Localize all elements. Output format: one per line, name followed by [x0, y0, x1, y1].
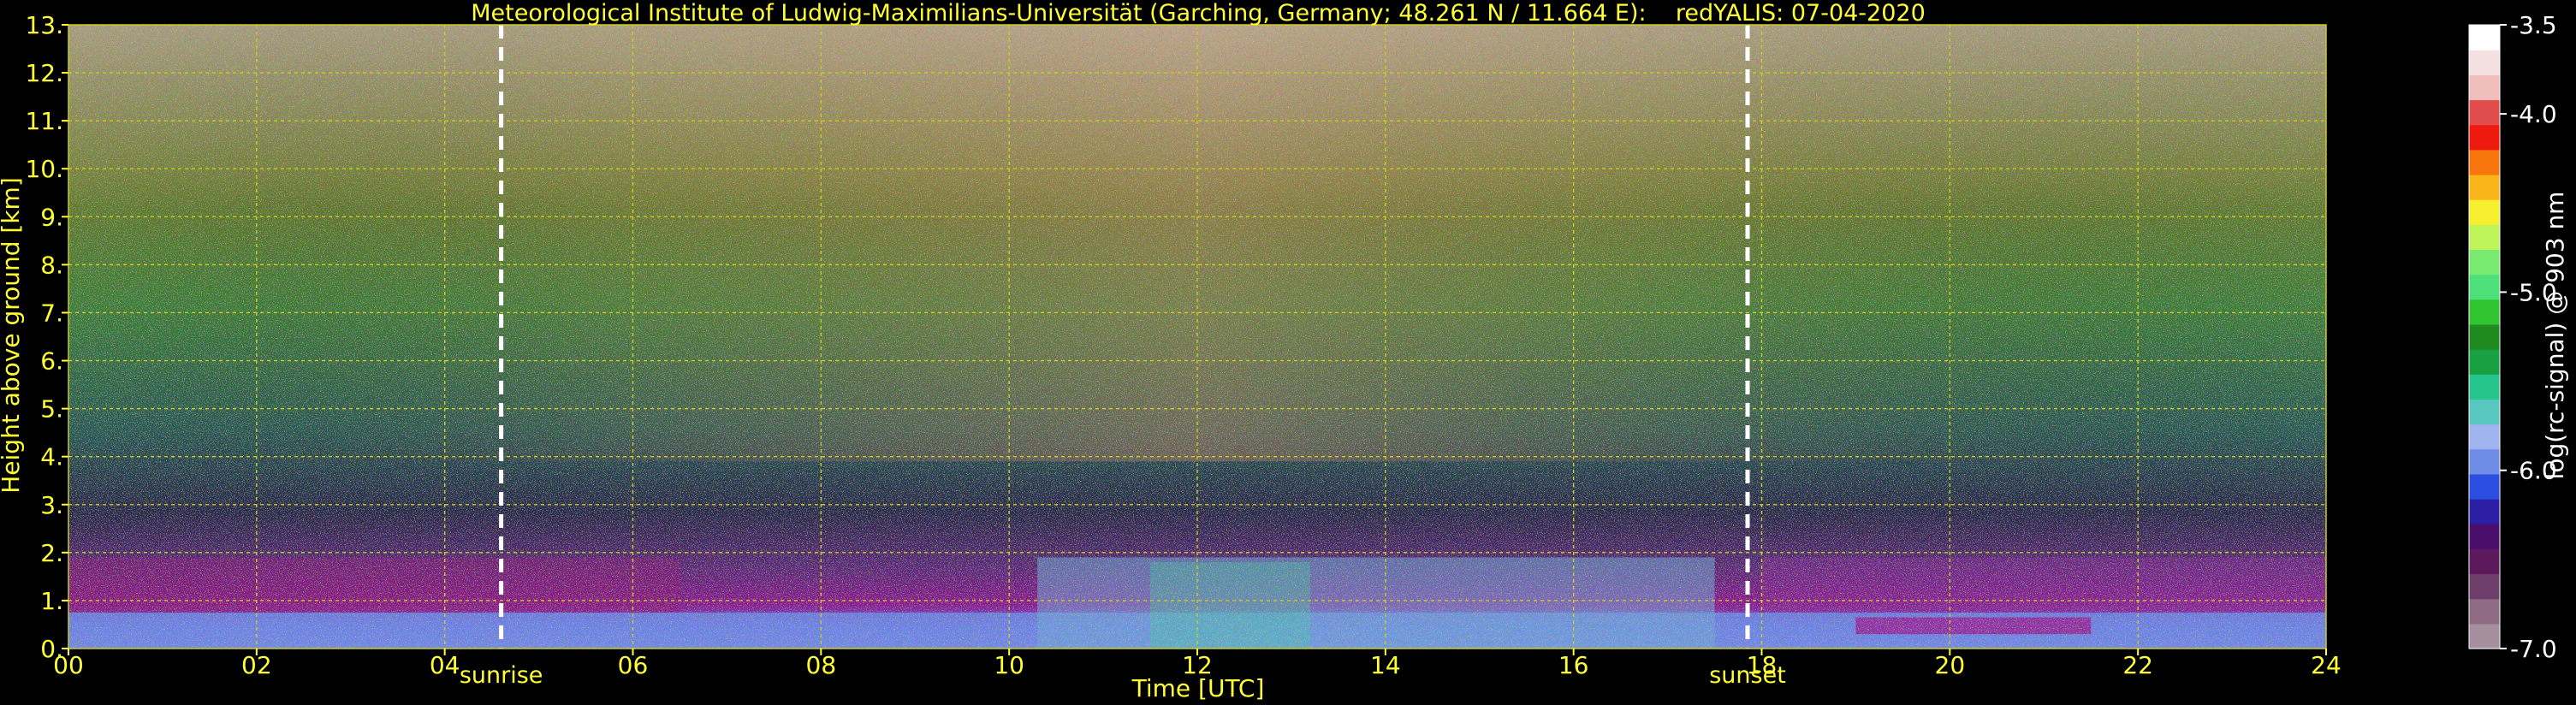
colorbar-segment [2469, 473, 2500, 500]
colorbar-segment [2469, 99, 2500, 126]
y-tick-label: 2. [40, 539, 63, 567]
colorbar-tick-label: -4.0 [2510, 100, 2557, 128]
colorbar-segment [2469, 299, 2500, 325]
colorbar-label: log(rc-signal) @ 903 nm [2541, 192, 2569, 480]
colorbar-segment [2469, 598, 2500, 625]
y-tick-label: 13. [25, 11, 63, 39]
x-tick-label: 16 [1558, 651, 1589, 679]
x-tick-label: 06 [618, 651, 649, 679]
y-tick-label: 12. [25, 59, 63, 87]
colorbar-segment [2469, 149, 2500, 175]
colorbar-segment [2469, 25, 2500, 50]
colorbar-segment [2469, 224, 2500, 251]
event-label-sunrise: sunrise [460, 662, 543, 689]
colorbar-segment [2469, 399, 2500, 425]
colorbar-segment [2469, 124, 2500, 151]
colorbar-segment [2469, 448, 2500, 475]
y-tick-label: 5. [40, 395, 63, 424]
x-tick-label: 02 [241, 651, 272, 679]
x-tick-label: 24 [2311, 651, 2342, 679]
colorbar-segment [2469, 323, 2500, 350]
colorbar-segment [2469, 74, 2500, 101]
y-tick-label: 9. [40, 203, 63, 231]
colorbar-tick-label: -7.0 [2510, 635, 2557, 663]
y-tick-label: 7. [40, 299, 63, 327]
colorbar-segment [2469, 349, 2500, 375]
colorbar-segment [2469, 499, 2500, 524]
x-tick-label: 20 [1935, 651, 1966, 679]
colorbar-segment [2469, 199, 2500, 225]
colorbar-segment [2469, 573, 2500, 600]
x-tick-label: 18 [1747, 651, 1778, 679]
colorbar-segment [2469, 50, 2500, 75]
x-tick-label: 14 [1370, 651, 1401, 679]
colorbar-segment [2469, 623, 2500, 649]
chart-title: Meteorological Institute of Ludwig-Maxim… [471, 0, 1926, 27]
colorbar-segment [2469, 249, 2500, 275]
x-axis-label: Time [UTC] [1131, 674, 1265, 702]
y-tick-label: 3. [40, 491, 63, 519]
x-tick-label: 04 [430, 651, 460, 679]
x-tick-label: 22 [2122, 651, 2153, 679]
y-tick-label: 8. [40, 251, 63, 279]
colorbar-segment [2469, 374, 2500, 400]
y-tick-label: 0. [40, 635, 63, 663]
x-tick-label: 10 [994, 651, 1024, 679]
y-axis-label: Height above ground [km] [0, 177, 25, 494]
y-tick-label: 4. [40, 443, 63, 471]
y-tick-label: 1. [40, 587, 63, 615]
lidar-quicklook-chart: sunrise sunset 00 02 04 06 08 10 12 14 16 18 20 22 24… [0, 0, 2569, 702]
colorbar-segment [2469, 274, 2500, 300]
x-tick-label: 08 [806, 651, 837, 679]
y-tick-label: 10. [25, 155, 63, 183]
y-axis-ticks: 0. 1. 2. 3. 4. 5. 6. 7. 8. 9. 10. 11. 12. 13. [25, 11, 68, 663]
colorbar-segment [2469, 174, 2500, 200]
colorbar-segment [2469, 548, 2500, 575]
y-tick-label: 11. [25, 107, 63, 135]
colorbar-tick-label: -3.5 [2510, 11, 2557, 39]
colorbar-segment [2469, 524, 2500, 549]
y-tick-label: 6. [40, 347, 63, 376]
colorbar-segment [2469, 424, 2500, 450]
